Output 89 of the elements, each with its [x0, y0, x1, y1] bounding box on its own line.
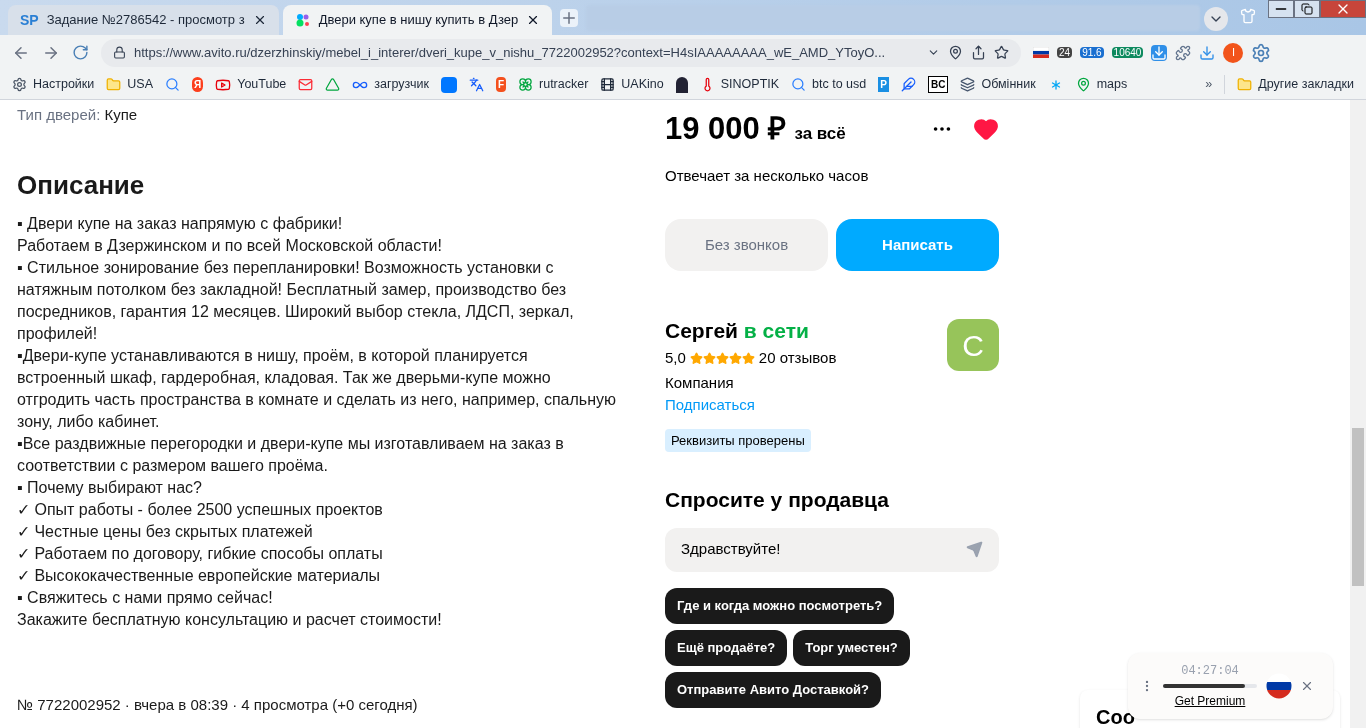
door-type-param: Тип дверей: Купе	[17, 105, 139, 125]
translate-icon	[468, 77, 484, 92]
reload-icon[interactable]	[72, 44, 89, 61]
description-paragraph: ✓ Опыт работы - более 2500 успешных проектов	[17, 499, 384, 520]
browser-tab[interactable]: Двери купе в нишу купить в Дзер	[282, 5, 553, 35]
timer-text: 04:27:04	[1181, 663, 1239, 680]
bookmark-item[interactable]: UAKino	[600, 75, 664, 94]
bookmark-item[interactable]	[675, 76, 688, 93]
quick-question-chip[interactable]: Ещё продаёте?	[665, 629, 788, 666]
description-heading: Описание	[17, 168, 146, 201]
folder-icon	[1237, 77, 1253, 92]
extension-badge[interactable]: 10640	[1111, 47, 1144, 58]
price-note: за всё	[794, 122, 846, 145]
description-paragraph: Закажите бесплатную консультацию и расчет стоимости!	[17, 609, 443, 630]
settings-icon[interactable]	[1251, 42, 1272, 63]
seller-type: Компания	[665, 372, 735, 393]
price: 19 000 ₽	[665, 110, 787, 148]
bookmark-folder[interactable]: Другие закладки	[1224, 75, 1354, 94]
quick-question-chip[interactable]: Торг уместен?	[793, 629, 910, 666]
url-text: https://www.avito.ru/dzerzhinskiy/mebel_i_interer/dveri_kupe_v_nishu_7722002952?context=H4sIAAAAAAAA_wE_AMD_YToyO...	[134, 43, 887, 62]
bookmark-item[interactable]: загрузчик	[352, 75, 429, 94]
chess-piece-icon	[675, 76, 688, 93]
search-icon	[165, 77, 180, 92]
send-icon[interactable]	[966, 541, 983, 558]
bookmark-item[interactable]: Настройки	[12, 75, 95, 94]
square-icon	[440, 76, 457, 93]
bookmark-item[interactable]: Я	[192, 77, 204, 92]
new-tab-icon[interactable]	[560, 9, 579, 27]
layers-icon	[960, 77, 976, 92]
listing-meta: № 7722002952 · вчера в 08:39 · 4 просмотра (+0 сегодня)	[17, 694, 419, 715]
no-calls-button[interactable]: Без звонков	[665, 219, 828, 271]
bookmark-item[interactable]: rutracker	[518, 75, 589, 94]
minimize-icon[interactable]	[1268, 0, 1294, 18]
bookmark-item[interactable]: btc to usd	[791, 75, 867, 94]
bookmark-item[interactable]: USA	[106, 75, 153, 94]
folder-icon	[106, 77, 122, 92]
flower-icon	[518, 77, 533, 92]
flag-icon[interactable]	[1033, 47, 1049, 58]
online-status: в сети	[743, 319, 809, 342]
description-paragraph: ✓ Честные цены без скрытых платежей	[17, 521, 314, 542]
description-paragraph: Работаем в Дзержинском и по всей Московской области!	[17, 235, 443, 256]
rating-value: 5,0	[665, 348, 686, 368]
response-time: Отвечает за несколько часов	[665, 165, 870, 186]
more-bookmarks-button[interactable]: »	[1205, 75, 1213, 94]
tab-favicon	[294, 12, 311, 28]
description-paragraph: ▪ Почему выбирают нас?	[17, 477, 203, 498]
bookmark-item[interactable]: YouTube	[215, 75, 287, 94]
premium-link[interactable]: Get Premium	[1174, 692, 1246, 710]
description-paragraph: ▪ Стильное зонирование без перепланировки! Возможность установки с натяжным потолком без закладной! Бесплатный замер, производство без посредников, гарантия 12 месяцев. Широкий выбор стекла, ЛДСП, зеркал, профилей!	[17, 257, 575, 344]
bookmark-star-icon[interactable]	[994, 45, 1009, 60]
reviews-link[interactable]: 20 отзывов	[758, 347, 837, 370]
bookmark-item[interactable]: maps	[1075, 75, 1128, 94]
tab-favicon: SP	[20, 10, 39, 30]
film-icon	[600, 77, 616, 92]
browser-tab[interactable]: SP Задание №2786542 - просмотр з	[8, 5, 279, 35]
extensions-icon[interactable]	[1175, 44, 1192, 61]
downloads-icon[interactable]	[1199, 44, 1216, 61]
quick-question-chip[interactable]: Где и когда можно посмотреть?	[665, 587, 895, 624]
download-extension-icon[interactable]	[1151, 44, 1168, 61]
close-window-icon[interactable]	[1320, 0, 1366, 18]
description-paragraph: ▪ Свяжитесь с нами прямо сейчас!	[17, 587, 274, 608]
tab-title: Задание №2786542 - просмотр з	[46, 11, 245, 30]
description-paragraph: ▪Двери-купе устанавливаются в нишу, проём, в которой планируется встроенный шкаф, гардеробная, кладовая. Так же дверьми-купе можно отгродить часть пространства в комнате и сделать из него, например, спальную зону, либо кабинет.	[17, 345, 617, 432]
search-icon	[791, 77, 807, 92]
tab-title: Двери купе в нишу купить в Дзер	[318, 11, 519, 30]
feather-icon	[900, 77, 916, 92]
message-field[interactable]: Здравствуйте!	[665, 527, 999, 572]
extension-badge[interactable]: 24	[1057, 47, 1073, 58]
description-paragraph: ✓ Работаем по договору, гибкие способы оплаты	[17, 543, 384, 564]
ask-seller-heading: Спросите у продавца	[665, 487, 890, 513]
bookmark-item[interactable]: Обмінник	[960, 75, 1036, 94]
extension-badge[interactable]: 91.6	[1080, 47, 1104, 58]
bookmark-item[interactable]: SINOPTIK	[699, 75, 780, 94]
description-paragraph: ▪Все раздвижные перегородки и двери-купе мы изготавливаем на заказ в соответствии с размером вашего проёма.	[17, 433, 565, 476]
description-paragraph: ✓ Высококачественные европейские материалы	[17, 565, 382, 586]
favorite-icon[interactable]	[973, 116, 999, 143]
address-bar[interactable]: https://www.avito.ru/dzerzhinskiy/mebel_i_interer/dveri_kupe_v_nishu_7722002952?context=H4sIAAAAAAAA_wE_AMD_YToyO...	[101, 38, 1021, 67]
verified-badge: Реквизиты проверены	[665, 428, 811, 452]
description-paragraph: ▪ Двери купе на заказ напрямую с фабрики!	[17, 213, 344, 234]
lock-icon	[113, 46, 126, 59]
seller-name[interactable]: Сергей	[665, 319, 738, 342]
quick-question-chip[interactable]: Отправите Авито Доставкой?	[665, 671, 882, 708]
gear-icon	[12, 77, 27, 92]
share-icon[interactable]	[971, 45, 986, 60]
mail-icon	[298, 77, 314, 92]
map-pin-icon	[1075, 77, 1091, 92]
bookmark-item[interactable]: BC	[927, 76, 949, 93]
restore-icon[interactable]	[1294, 0, 1320, 18]
triangle-icon	[325, 77, 341, 92]
